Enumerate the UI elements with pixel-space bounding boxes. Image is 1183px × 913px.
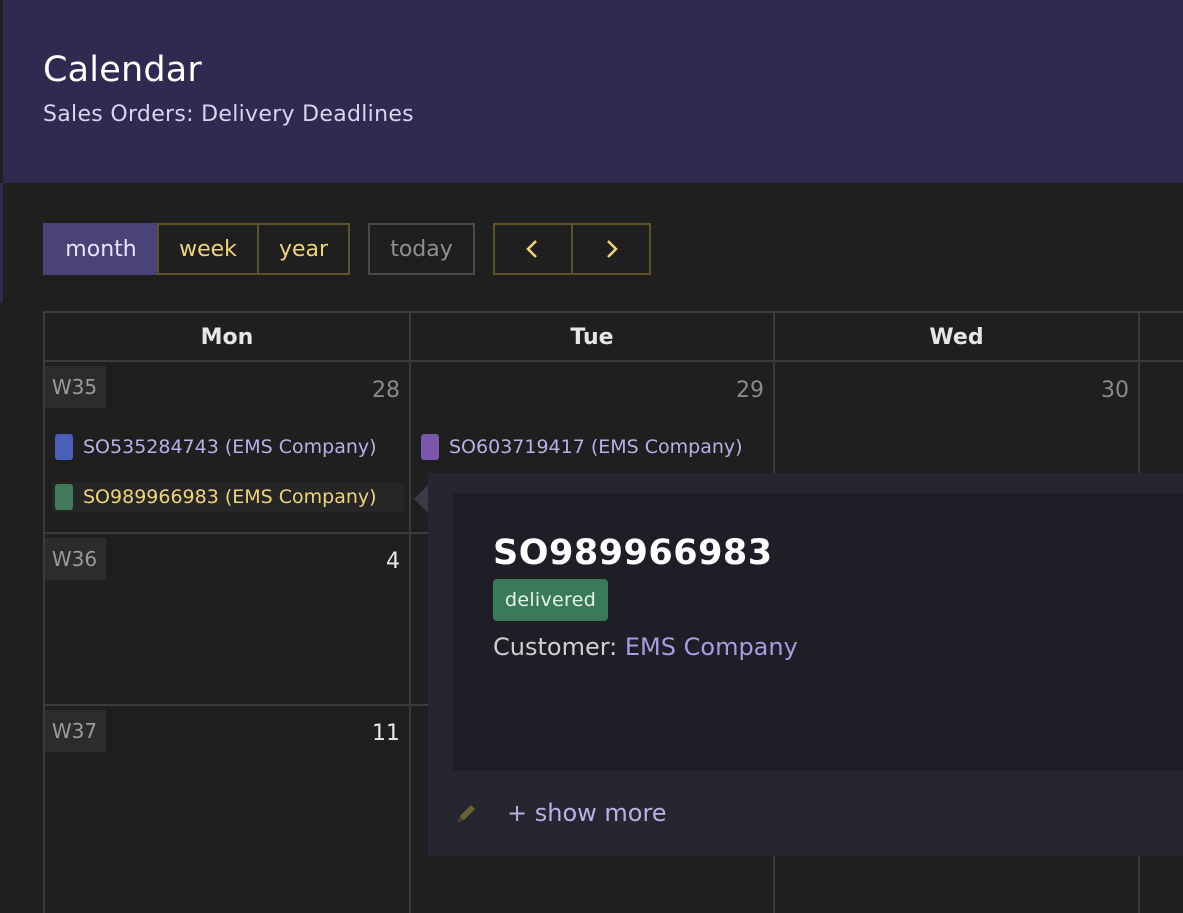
status-badge: delivered bbox=[493, 579, 609, 621]
day-number[interactable]: 4 bbox=[340, 549, 400, 574]
show-more-link[interactable]: + show more bbox=[507, 799, 667, 827]
popover-footer: + show more bbox=[454, 799, 667, 827]
chevron-right-icon bbox=[607, 240, 618, 258]
today-button[interactable]: today bbox=[368, 223, 475, 275]
day-number[interactable]: 11 bbox=[340, 721, 400, 746]
view-week-button[interactable]: week bbox=[157, 223, 259, 275]
week-number[interactable]: W36 bbox=[45, 538, 106, 580]
customer-line: Customer: EMS Company bbox=[493, 633, 798, 661]
chevron-left-icon bbox=[526, 240, 537, 258]
event-label: SO989966983 (EMS Company) bbox=[83, 486, 377, 508]
day-number[interactable]: 28 bbox=[340, 378, 400, 403]
event-popover: SO989966983 delivered Customer: EMS Comp… bbox=[414, 473, 1183, 856]
event-label: SO535284743 (EMS Company) bbox=[83, 436, 377, 458]
event-color-marker bbox=[421, 434, 439, 460]
popover-arrow bbox=[414, 485, 428, 513]
event-color-marker bbox=[55, 484, 73, 510]
popover-title: SO989966983 bbox=[493, 533, 773, 573]
view-year-button[interactable]: year bbox=[257, 223, 350, 275]
column-header-wed: Wed bbox=[929, 324, 984, 350]
view-month-button[interactable]: month bbox=[43, 223, 159, 275]
event-label: SO603719417 (EMS Company) bbox=[449, 436, 743, 458]
page-header: Calendar Sales Orders: Delivery Deadline… bbox=[3, 0, 1183, 183]
week-number[interactable]: W35 bbox=[45, 366, 106, 408]
grid-divider bbox=[409, 313, 411, 913]
popover-body: SO989966983 delivered Customer: EMS Comp… bbox=[453, 493, 1183, 771]
column-header-mon: Mon bbox=[200, 324, 254, 350]
page-subtitle: Sales Orders: Delivery Deadlines bbox=[43, 102, 414, 127]
column-header-tue: Tue bbox=[570, 324, 614, 350]
left-edge-accent bbox=[0, 183, 3, 303]
customer-label: Customer: bbox=[493, 633, 618, 661]
event-color-marker bbox=[55, 434, 73, 460]
day-number[interactable]: 29 bbox=[704, 378, 764, 403]
page-title: Calendar bbox=[43, 50, 202, 90]
calendar-event[interactable]: SO535284743 (EMS Company) bbox=[55, 432, 377, 462]
calendar-event[interactable]: SO603719417 (EMS Company) bbox=[421, 432, 743, 462]
prev-button[interactable] bbox=[493, 223, 573, 275]
day-number[interactable]: 30 bbox=[1069, 378, 1129, 403]
customer-link[interactable]: EMS Company bbox=[625, 633, 798, 661]
pencil-icon[interactable] bbox=[454, 800, 480, 826]
week-number[interactable]: W37 bbox=[45, 710, 106, 752]
calendar-event-selected[interactable]: SO989966983 (EMS Company) bbox=[52, 482, 404, 512]
next-button[interactable] bbox=[571, 223, 651, 275]
